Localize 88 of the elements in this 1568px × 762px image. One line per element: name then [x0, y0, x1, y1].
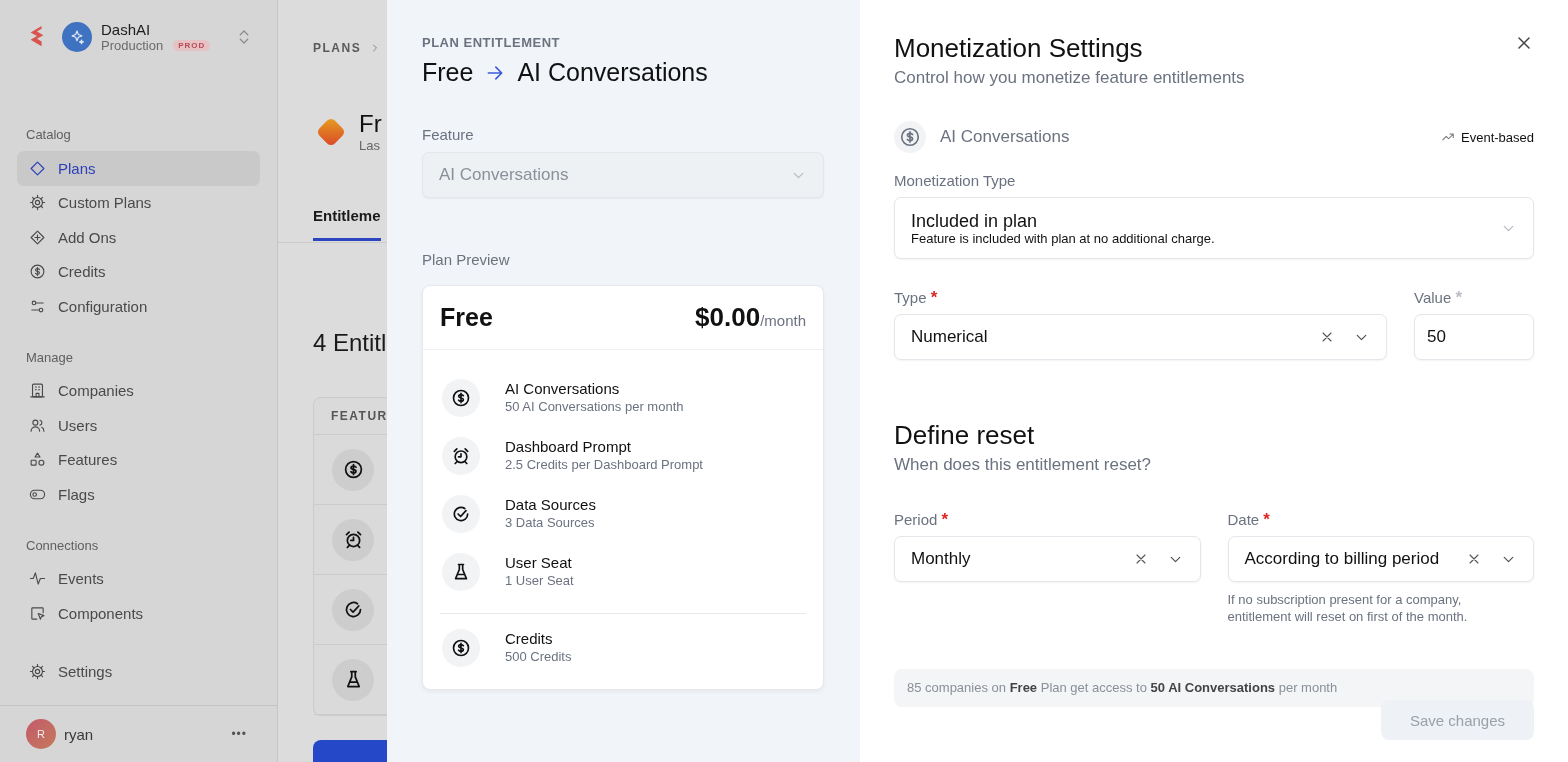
plus-diamond-icon: [29, 228, 46, 246]
trend-up-icon: [1441, 130, 1455, 144]
alarm-clock-icon: [442, 437, 480, 475]
user-avatar: R: [26, 719, 56, 749]
cursor-square-icon: [29, 604, 46, 622]
feature-name: AI Conversations: [517, 58, 708, 87]
field-label: Date: [1227, 511, 1260, 528]
select-field[interactable]: Numerical: [894, 314, 1387, 360]
more-button[interactable]: •••: [231, 727, 247, 741]
gear-icon: [29, 663, 46, 681]
entitlement-detail: 50 AI Conversations per month: [505, 398, 684, 416]
pulse-icon: [29, 570, 46, 588]
panel-title: Monetization Settings: [894, 33, 1144, 63]
sidebar-item[interactable]: Settings: [17, 654, 260, 689]
check-circle-icon: [442, 495, 480, 533]
field-label: Type: [894, 289, 927, 306]
plan-name: Free: [440, 303, 493, 332]
select-field[interactable]: According to billing period: [1227, 536, 1534, 582]
diamond-icon: [29, 159, 46, 177]
shapes-icon: [29, 451, 46, 469]
section-title: Define reset: [894, 420, 1036, 450]
breadcrumb-link[interactable]: PLANS: [313, 40, 362, 55]
entitlement-name: Dashboard Prompt: [505, 438, 632, 456]
required-mark: *: [1263, 510, 1270, 529]
entitlement-detail: 2.5 Credits per Dashboard Prompt: [505, 456, 703, 474]
column-header: FEATUR: [331, 409, 387, 423]
gear-icon: [29, 194, 46, 212]
required-mark: *: [1455, 288, 1463, 307]
user-name: ryan: [64, 725, 95, 743]
select-field[interactable]: Monthly: [894, 536, 1201, 582]
dollar-circle-icon: [29, 263, 46, 281]
check-circle-icon: [332, 588, 374, 631]
summary-text: 85 companies on Free Plan get access to 50 AI Conversations per month: [894, 669, 1534, 707]
sidebar-item[interactable]: Companies: [17, 373, 260, 408]
environment-badge: PROD: [173, 40, 211, 51]
field-label: Plan Preview: [422, 251, 511, 269]
section-heading: Catalog: [25, 126, 72, 144]
input-field[interactable]: 50: [1414, 314, 1534, 360]
required-mark: *: [930, 288, 938, 307]
help-text: If no subscription present for a company, entitlement will reset on first of the month.: [1227, 591, 1469, 625]
section-heading: Manage: [25, 348, 74, 367]
section-heading: 4 Entitl: [313, 329, 387, 357]
sparkle-avatar-icon: [62, 22, 92, 52]
sidebar-item[interactable]: Configuration: [17, 289, 260, 324]
plan-title: Fr: [359, 110, 382, 138]
metering-label: Event-based: [1461, 129, 1534, 145]
entitlement-detail: 500 Credits: [505, 648, 572, 666]
monetization-type-select[interactable]: Included in plan Feature is included with plan at no additional charge.: [894, 197, 1534, 259]
section-subtitle: When does this entitlement reset?: [894, 454, 1153, 476]
sidebar-item[interactable]: Credits: [17, 254, 260, 289]
alarm-clock-icon: [332, 518, 374, 561]
price-period: /month: [760, 312, 806, 329]
entitlement-name: Data Sources: [505, 496, 596, 514]
sidebar-item[interactable]: Features: [17, 442, 260, 477]
sidebar-item[interactable]: Events: [17, 561, 260, 596]
sidebar-item[interactable]: Plans: [17, 151, 260, 186]
field-label: Monetization Type: [894, 172, 1017, 190]
field-label: Value: [1414, 289, 1452, 306]
sidebar-item[interactable]: Add Ons: [17, 220, 260, 255]
sidebar-item[interactable]: Flags: [17, 477, 260, 512]
org-name: DashAI: [101, 21, 152, 38]
sidebar-item[interactable]: Components: [17, 596, 260, 631]
field-label: Feature: [422, 126, 475, 144]
flask-icon: [442, 553, 480, 591]
plan-name: Free: [422, 58, 474, 87]
entitlement-name: Credits: [505, 630, 554, 648]
dollar-circle-icon: [894, 121, 926, 153]
dollar-circle-icon: [442, 379, 480, 417]
dollar-circle-icon: [332, 448, 374, 491]
plan-subtitle: Las: [359, 138, 381, 153]
dollar-circle-icon: [442, 629, 480, 667]
feature-name: AI Conversations: [940, 127, 1071, 147]
panel-eyebrow: PLAN ENTITLEMENT: [422, 35, 561, 51]
flask-icon: [332, 658, 374, 701]
field-label: Period: [894, 511, 938, 528]
building-icon: [29, 382, 46, 400]
section-heading: Connections: [25, 536, 100, 555]
sidebar-item[interactable]: Users: [17, 408, 260, 443]
environment-label: Production: [101, 38, 164, 53]
tab[interactable]: Entitleme: [313, 203, 381, 241]
required-mark: *: [941, 510, 949, 529]
entitlement-name: AI Conversations: [505, 380, 621, 398]
sidebar-item[interactable]: Custom Plans: [17, 185, 260, 220]
entitlement-detail: 1 User Seat: [505, 572, 574, 590]
panel-subtitle: Control how you monetize feature entitlements: [894, 67, 1245, 89]
entitlement-name: User Seat: [505, 554, 573, 572]
plan-price: $0.00: [695, 302, 761, 332]
entitlement-detail: 3 Data Sources: [505, 514, 596, 532]
